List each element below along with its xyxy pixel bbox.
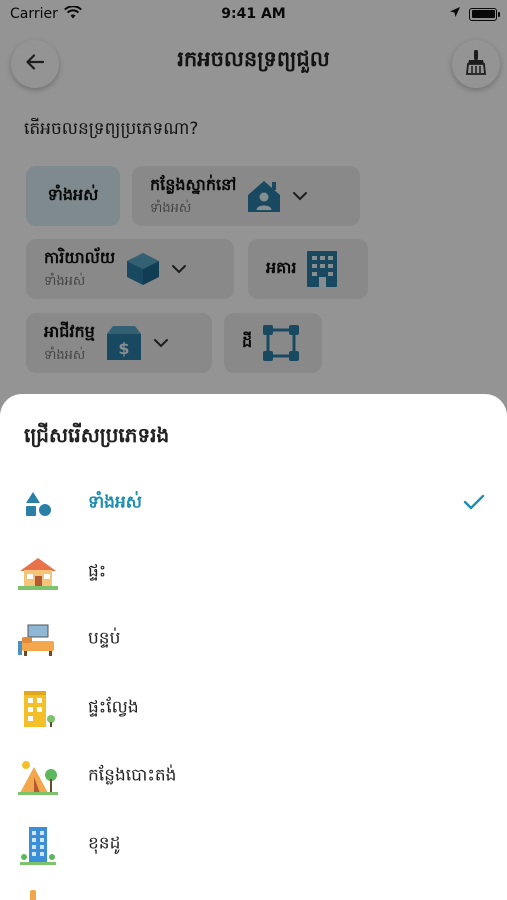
camping-tent-icon xyxy=(18,757,58,797)
house-icon xyxy=(18,553,58,593)
subtype-option-room[interactable]: បន្ទប់ xyxy=(0,609,507,671)
next-option-peek-icon xyxy=(30,890,36,900)
subtype-option-shophouse[interactable]: ផ្ទះល្វែង xyxy=(0,678,507,740)
subtype-option-shophouse-label: ផ្ទះល្វែង xyxy=(88,697,139,718)
subtype-bottom-sheet: ជ្រើសរើសប្រភេទរង ទាំងអស់ ផ្ទះ បន្ទប់ ផ្ទ… xyxy=(0,394,507,900)
subtype-option-house[interactable]: ផ្ទះ xyxy=(0,542,507,604)
subtype-option-all-label: ទាំងអស់ xyxy=(88,492,142,513)
condo-building-icon xyxy=(18,825,58,865)
sheet-title: ជ្រើសរើសប្រភេទរង xyxy=(24,423,170,447)
subtype-option-camping[interactable]: កន្លែងបោះតង់ xyxy=(0,746,507,808)
subtype-option-room-label: បន្ទប់ xyxy=(88,628,121,649)
subtype-option-condo[interactable]: ខុនដូ xyxy=(0,814,507,876)
checkmark-icon xyxy=(463,494,485,514)
subtype-option-camping-label: កន្លែងបោះតង់ xyxy=(88,765,177,786)
room-icon xyxy=(18,620,58,660)
subtype-option-condo-label: ខុនដូ xyxy=(88,833,121,854)
subtype-option-all[interactable]: ទាំងអស់ xyxy=(0,473,507,535)
shophouse-icon xyxy=(18,689,58,729)
subtype-option-house-label: ផ្ទះ xyxy=(88,561,107,582)
screen: Carrier 9:41 AM រកអចលនទ្រព្យជួល តើអចលនទ្… xyxy=(0,0,507,900)
shapes-icon xyxy=(18,484,58,524)
